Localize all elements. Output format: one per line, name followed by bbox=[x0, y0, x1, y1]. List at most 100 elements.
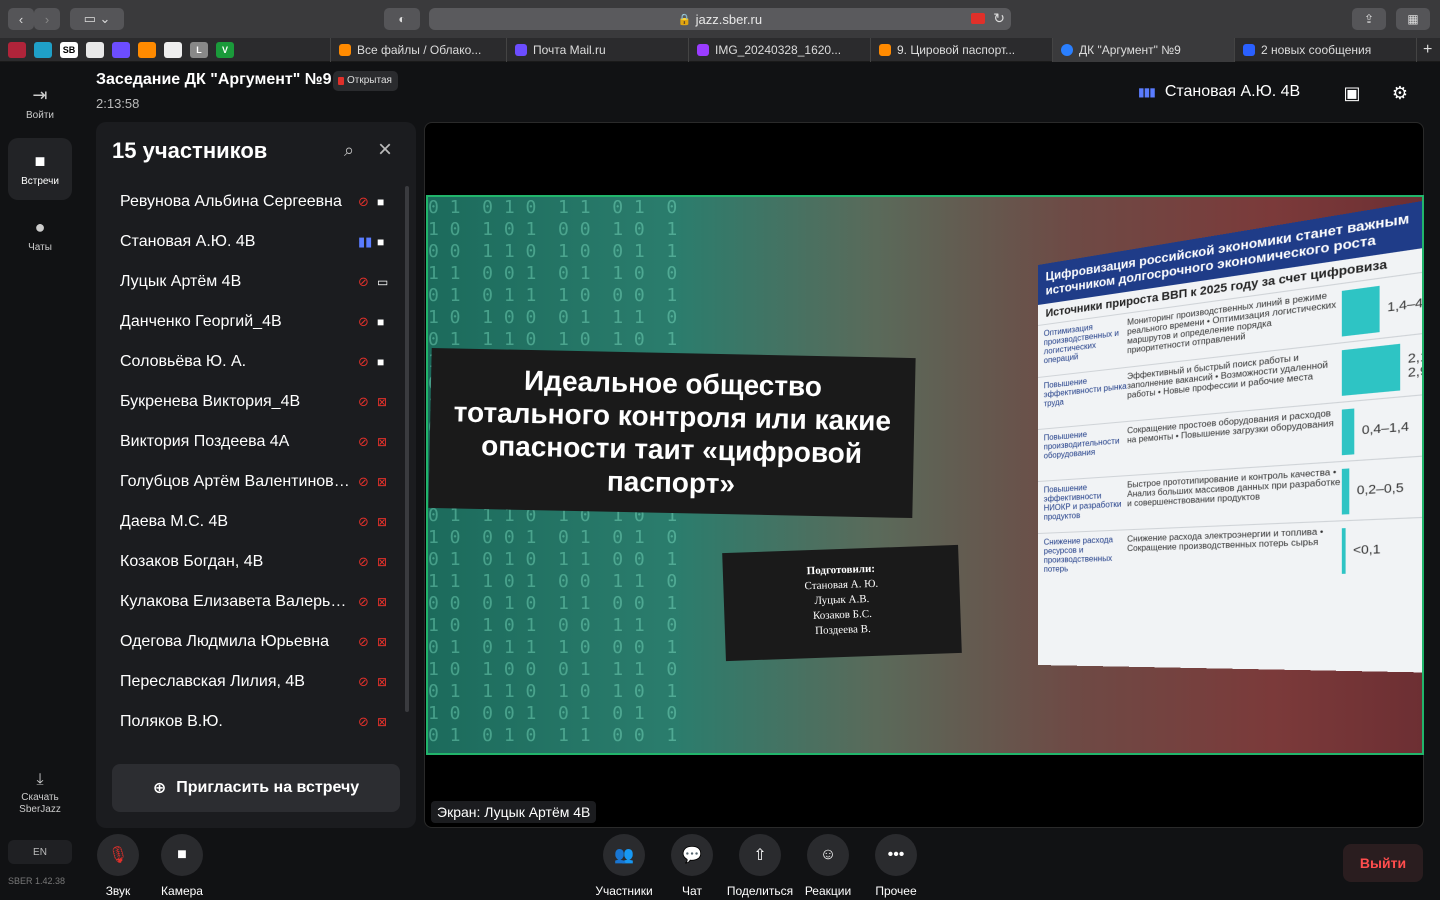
pinned-tab-icon[interactable] bbox=[112, 41, 130, 58]
participant-row[interactable]: Ревунова Альбина Сергеевна ⊘ ■ bbox=[96, 182, 406, 222]
new-tab-button[interactable]: + bbox=[1416, 38, 1440, 62]
chat-icon: 💬 bbox=[671, 834, 713, 876]
message-icon bbox=[1243, 44, 1255, 56]
speaking-indicator-icon: ▮▮▮ bbox=[1138, 85, 1156, 99]
infographic-items: Снижение расхода электроэнергии и топлив… bbox=[1127, 526, 1324, 554]
screen-share-label: Экран: Луцык Артём 4В bbox=[431, 801, 597, 823]
participant-name: Даева М.С. 4В bbox=[120, 513, 229, 530]
back-button[interactable]: ‹ bbox=[8, 8, 34, 30]
forward-button[interactable]: › bbox=[34, 8, 60, 30]
participants-scrollbar[interactable] bbox=[405, 186, 409, 712]
browser-tab-active[interactable]: ДК "Аргумент" №9 bbox=[1052, 38, 1234, 62]
mic-off-icon: ⊘ bbox=[358, 594, 369, 609]
infographic-val: 2,1–2,9 bbox=[1341, 336, 1422, 397]
camera-icon: ■ bbox=[377, 315, 385, 329]
infographic-bar bbox=[1341, 527, 1346, 574]
participants-list: Ревунова Альбина Сергеевна ⊘ ■ Становая А.Ю… bbox=[96, 182, 406, 742]
infographic-value: <0,1 bbox=[1353, 542, 1381, 558]
browser-tab[interactable]: 2 новых сообщения bbox=[1234, 38, 1416, 62]
infographic-value: 0,2–0,5 bbox=[1356, 480, 1404, 498]
add-user-icon: ⊕ bbox=[152, 780, 167, 797]
screen-icon: ▭ bbox=[377, 275, 389, 289]
share-screen-button[interactable]: ⇧ Поделиться bbox=[724, 834, 796, 898]
mic-off-icon: ⊘ bbox=[358, 314, 369, 329]
participant-row[interactable]: Соловьёва Ю. А. ⊘ ■ bbox=[96, 342, 406, 382]
meetings-nav[interactable]: ■ Встречи bbox=[8, 138, 72, 200]
browser-tab[interactable]: IMG_20240328_1620... bbox=[688, 38, 870, 62]
sidebar-toggle-button[interactable]: ▭ ⌄ bbox=[70, 8, 124, 30]
mute-button[interactable]: 🎙 Звук bbox=[82, 834, 154, 898]
participant-row[interactable]: Козаков Богдан, 4В ⊘ ⊠ bbox=[96, 542, 406, 582]
gear-icon[interactable]: ⚙ bbox=[1388, 81, 1412, 105]
participant-row[interactable]: Становая А.Ю. 4В ▮▮ ■ bbox=[96, 222, 406, 262]
participant-name: Поляков В.Ю. bbox=[120, 713, 223, 730]
pinned-tab-icon[interactable]: SB bbox=[60, 41, 78, 58]
login-icon: ⇥ bbox=[32, 85, 48, 105]
contact-card-icon[interactable]: ▣ bbox=[1340, 81, 1364, 105]
infographic-cat: Снижение расхода ресурсов и производстве… bbox=[1043, 535, 1114, 574]
infographic-value: 1,4–4,0 bbox=[1387, 294, 1424, 315]
participant-row[interactable]: Луцык Артём 4В ⊘ ▭ bbox=[96, 262, 406, 302]
participant-name: Козаков Богдан, 4В bbox=[120, 553, 264, 570]
reactions-button[interactable]: ☺ Реакции bbox=[792, 834, 864, 898]
participant-row[interactable]: Даева М.С. 4В ⊘ ⊠ bbox=[96, 502, 406, 542]
share-icon[interactable]: ⇪ bbox=[1352, 8, 1386, 30]
participant-row[interactable]: Поляков В.Ю. ⊘ ⊠ bbox=[96, 702, 406, 742]
participant-row[interactable]: Переславская Лилия, 4В ⊘ ⊠ bbox=[96, 662, 406, 702]
search-icon[interactable]: ⌕ bbox=[344, 140, 354, 161]
camera-button[interactable]: ■ Камера bbox=[146, 834, 218, 898]
chat-button[interactable]: 💬 Чат bbox=[656, 834, 728, 898]
browser-tab[interactable]: Почта Mail.ru bbox=[506, 38, 688, 62]
camera-off-icon: ⊠ bbox=[377, 515, 388, 529]
reload-icon[interactable]: ↻ bbox=[993, 10, 1005, 27]
participant-row[interactable]: Виктория Поздеева 4А ⊘ ⊠ bbox=[96, 422, 406, 462]
browser-tab[interactable]: Все файлы / Облако... bbox=[330, 38, 506, 62]
participant-row[interactable]: Одегова Людмила Юрьевна ⊘ ⊠ bbox=[96, 622, 406, 662]
download-icon: ⤓ bbox=[36, 771, 44, 788]
participant-row[interactable]: Букренева Виктория_4В ⊘ ⊠ bbox=[96, 382, 406, 422]
infographic-bar bbox=[1341, 343, 1401, 396]
pinned-tab-icon[interactable] bbox=[8, 41, 26, 58]
share-screen-icon: ⇧ bbox=[739, 834, 781, 876]
infographic-value: 0,4–1,4 bbox=[1361, 419, 1409, 438]
mic-off-icon: ⊘ bbox=[358, 554, 369, 569]
mic-off-icon: ⊘ bbox=[358, 674, 369, 689]
pinned-tab-icon[interactable]: V bbox=[216, 41, 234, 58]
address-bar[interactable]: 🔒 jazz.sber.ru ↻ bbox=[429, 8, 1011, 30]
participant-name: Данченко Георгий_4В bbox=[120, 313, 282, 330]
mic-off-icon: ⊘ bbox=[358, 714, 369, 729]
participant-row[interactable]: Голубцов Артём Валентинович ⊘ ⊠ bbox=[96, 462, 406, 502]
privacy-shield-icon[interactable]: ◐ bbox=[384, 8, 420, 30]
infographic-val: 0,2–0,5 bbox=[1341, 460, 1422, 516]
sberjazz-app: ⇥ Войти ■ Встречи ● Чаты ⤓ Скачать SberJ… bbox=[0, 62, 1440, 900]
recording-icon[interactable] bbox=[971, 13, 985, 24]
leave-button[interactable]: Выйти bbox=[1343, 844, 1423, 882]
language-switch[interactable]: EN bbox=[8, 840, 72, 864]
close-icon[interactable]: × bbox=[378, 136, 392, 164]
participant-row[interactable]: Данченко Георгий_4В ⊘ ■ bbox=[96, 302, 406, 342]
tab-bar: SB L V Все файлы / Облако... Почта Mail.… bbox=[0, 38, 1440, 62]
infographic-items: Быстрое прототипирование и контроль каче… bbox=[1127, 466, 1341, 509]
pinned-tab-icon[interactable] bbox=[164, 41, 182, 58]
pinned-tab-icon[interactable]: L bbox=[190, 41, 208, 58]
camera-off-icon: ⊠ bbox=[377, 635, 388, 649]
participant-row[interactable]: Кулакова Елизавета Валерьевна ⊘ ⊠ bbox=[96, 582, 406, 622]
pinned-tab-icon[interactable] bbox=[86, 41, 104, 58]
download-app-button[interactable]: ⤓ Скачать SberJazz bbox=[10, 771, 70, 816]
participant-name: Ревунова Альбина Сергеевна bbox=[120, 193, 342, 210]
pinned-tab-icon[interactable] bbox=[34, 41, 52, 58]
chats-nav[interactable]: ● Чаты bbox=[8, 204, 72, 266]
chat-icon: ● bbox=[34, 217, 46, 237]
invite-button[interactable]: ⊕ Пригласить на встречу bbox=[112, 764, 400, 812]
tab-overview-icon[interactable]: ▦ bbox=[1396, 8, 1430, 30]
login-button[interactable]: ⇥ Войти bbox=[8, 72, 72, 134]
cloud-icon bbox=[879, 44, 891, 56]
browser-tab[interactable]: 9. Цировой паспорт... bbox=[870, 38, 1052, 62]
sberjazz-icon bbox=[1061, 44, 1073, 56]
mic-off-icon: ⊘ bbox=[358, 274, 369, 289]
participants-button[interactable]: 👥 Участники bbox=[588, 834, 660, 898]
left-rail: ⇥ Войти ■ Встречи ● Чаты ⤓ Скачать SberJ… bbox=[0, 62, 80, 900]
more-button[interactable]: ••• Прочее bbox=[860, 834, 932, 898]
pinned-tab-icon[interactable] bbox=[138, 41, 156, 58]
camera-icon: ■ bbox=[161, 834, 203, 876]
